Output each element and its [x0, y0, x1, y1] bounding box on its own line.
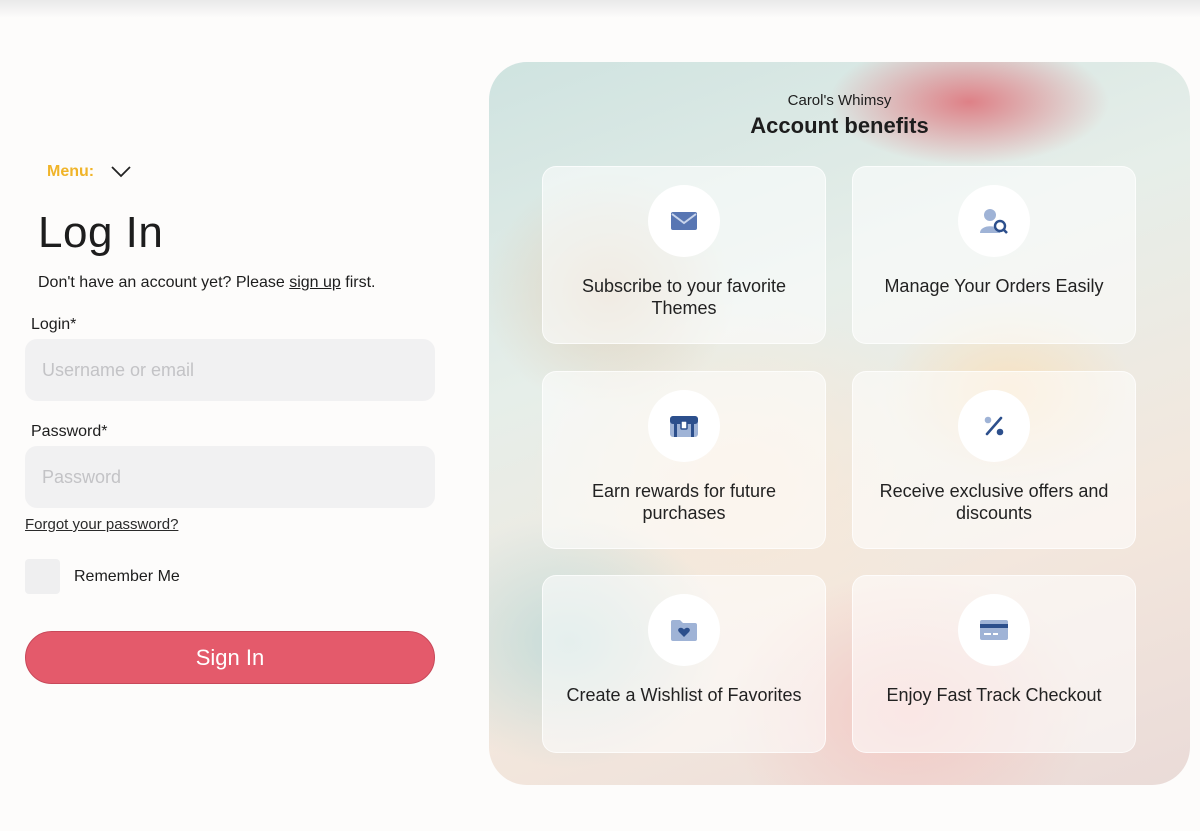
signup-prompt: Don't have an account yet? Please sign u…	[38, 274, 375, 292]
remember-me-checkbox[interactable]	[25, 559, 60, 594]
login-label: Login*	[31, 316, 77, 333]
sign-in-button[interactable]: Sign In	[25, 631, 435, 684]
remember-me: Remember Me	[25, 559, 180, 594]
benefit-card: Earn rewards for future purchases	[542, 371, 826, 549]
benefit-card: Subscribe to your favorite Themes	[542, 166, 826, 344]
chevron-down-icon	[111, 166, 131, 178]
signup-link[interactable]: sign up	[289, 274, 341, 291]
benefit-text: Create a Wishlist of Favorites	[566, 685, 802, 705]
brand-name: Carol's Whimsy	[787, 92, 892, 109]
password-input[interactable]	[25, 446, 435, 508]
credit-card-icon	[958, 594, 1030, 666]
benefit-text: Enjoy Fast Track Checkout	[886, 685, 1102, 705]
account-benefits-panel: Carol's Whimsy Account benefits Subscrib…	[489, 62, 1190, 785]
benefit-text: Earn rewards for future purchases	[591, 481, 777, 523]
menu-toggle[interactable]: Menu:	[47, 163, 132, 181]
benefit-text: Subscribe to your favorite Themes	[581, 276, 787, 318]
signup-prefix: Don't have an account yet? Please	[38, 274, 290, 291]
password-label: Password*	[31, 423, 108, 440]
benefit-card: Enjoy Fast Track Checkout	[852, 575, 1136, 753]
heart-folder-icon	[648, 594, 720, 666]
menu-label: Menu:	[47, 163, 95, 180]
benefits-title: Account benefits	[750, 113, 929, 138]
top-shadow-bar	[0, 0, 1200, 18]
signup-suffix: first.	[340, 274, 376, 291]
remember-me-label: Remember Me	[74, 567, 180, 585]
benefit-text: Manage Your Orders Easily	[884, 276, 1104, 296]
envelope-icon	[648, 185, 720, 257]
benefit-card: Create a Wishlist of Favorites	[542, 575, 826, 753]
benefit-card: Manage Your Orders Easily	[852, 166, 1136, 344]
forgot-password-link[interactable]: Forgot your password?	[25, 516, 178, 533]
user-search-icon	[958, 185, 1030, 257]
benefit-card: Receive exclusive offers and discounts	[852, 371, 1136, 549]
login-input[interactable]	[25, 339, 435, 401]
treasure-chest-icon	[648, 390, 720, 462]
page-title: Log In	[38, 208, 164, 257]
percent-icon	[958, 390, 1030, 462]
benefit-text: Receive exclusive offers and discounts	[879, 481, 1109, 523]
